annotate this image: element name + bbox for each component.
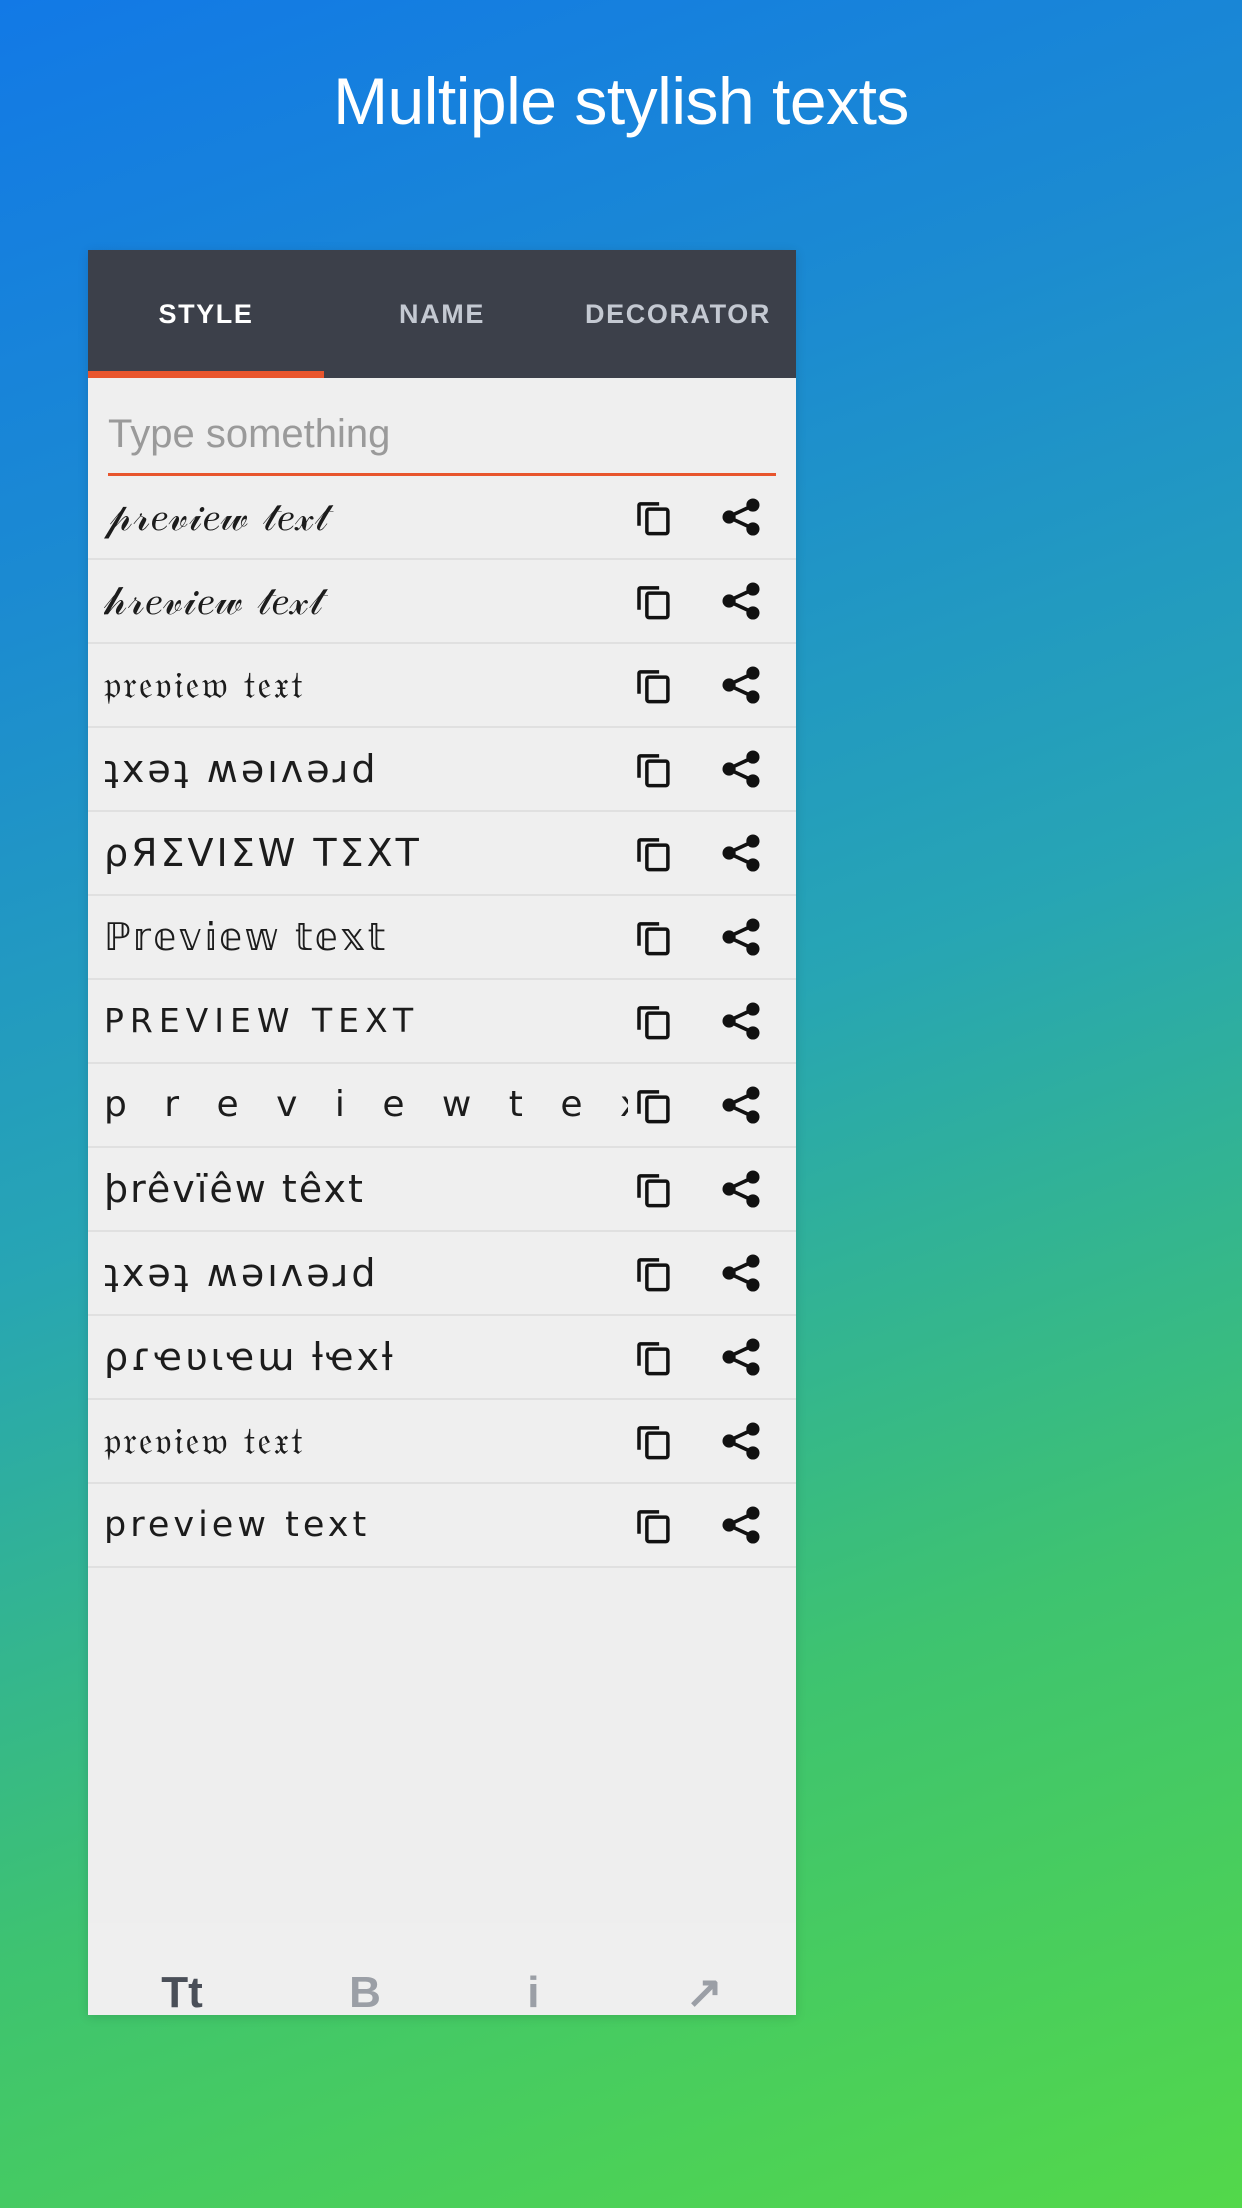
tab-decorator[interactable]: DECORATOR bbox=[560, 299, 796, 330]
font-size-icon-glyph: Tt bbox=[161, 1968, 203, 2015]
table-row[interactable]: 𝔭𝔯𝔢𝔳𝔦𝔢𝔴 𝔱𝔢𝔵𝔱 bbox=[88, 1400, 796, 1484]
share-icon[interactable] bbox=[716, 660, 766, 710]
copy-icon[interactable] bbox=[628, 1248, 678, 1298]
row-actions bbox=[628, 1416, 796, 1466]
row-actions bbox=[628, 492, 796, 542]
share-icon[interactable] bbox=[716, 576, 766, 626]
style-preview-text: preview text bbox=[104, 1505, 371, 1545]
row-actions bbox=[628, 744, 796, 794]
search-input[interactable] bbox=[108, 412, 776, 476]
row-actions bbox=[628, 1332, 796, 1382]
row-actions bbox=[628, 1164, 796, 1214]
tab-bar: STYLE NAME DECORATOR bbox=[88, 250, 796, 378]
tab-name[interactable]: NAME bbox=[324, 299, 560, 330]
page-headline: Multiple stylish texts bbox=[333, 64, 909, 138]
style-preview-text: 𝔭𝔯𝔢𝔳𝔦𝔢𝔴 𝔱𝔢𝔵𝔱 bbox=[104, 663, 305, 707]
table-row[interactable]: þrêvïêw têxt bbox=[88, 1148, 796, 1232]
share-icon[interactable] bbox=[716, 828, 766, 878]
search-field-container bbox=[88, 378, 796, 476]
share-icon[interactable] bbox=[716, 1248, 766, 1298]
copy-icon[interactable] bbox=[628, 1164, 678, 1214]
style-preview-text: 𝔭𝔯𝔢𝔳𝔦𝔢𝔴 𝔱𝔢𝔵𝔱 bbox=[104, 1419, 305, 1463]
row-actions bbox=[628, 996, 796, 1046]
row-actions bbox=[628, 1248, 796, 1298]
table-row[interactable]: 𝓅𝓇𝑒𝓋𝒾𝑒𝓌 𝓉𝑒𝓍𝓉 bbox=[88, 476, 796, 560]
style-preview-text: þrêvïêw têxt bbox=[104, 1167, 365, 1211]
style-preview-text: ʇxǝʇ ʍǝıʌǝɹd bbox=[104, 1251, 379, 1295]
table-row[interactable]: ρЯΣVIΣW ΤΣΧΤ bbox=[88, 812, 796, 896]
share-icon[interactable] bbox=[716, 912, 766, 962]
bold-icon[interactable]: B bbox=[349, 1971, 381, 2015]
row-actions bbox=[628, 660, 796, 710]
style-preview-text: 𝓅𝓇𝑒𝓋𝒾𝑒𝓌 𝓉𝑒𝓍𝓉 bbox=[104, 494, 330, 540]
share-icon[interactable] bbox=[716, 1332, 766, 1382]
style-preview-text: ℙ𝕣𝕖𝕧𝕚𝕖𝕨 𝕥𝕖𝕩𝕥 bbox=[104, 915, 388, 959]
copy-icon[interactable] bbox=[628, 1080, 678, 1130]
bold-icon-glyph: B bbox=[349, 1968, 381, 2015]
share-icon[interactable] bbox=[716, 1500, 766, 1550]
copy-icon[interactable] bbox=[628, 576, 678, 626]
copy-icon[interactable] bbox=[628, 828, 678, 878]
copy-icon[interactable] bbox=[628, 744, 678, 794]
font-size-icon[interactable]: Tt bbox=[161, 1971, 203, 2015]
tab-style[interactable]: STYLE bbox=[88, 299, 324, 330]
style-preview-text: ρЯΣVIΣW ΤΣΧΤ bbox=[104, 831, 422, 875]
style-preview-text: ʇxǝʇ ʍǝıʌǝɹd bbox=[104, 747, 379, 791]
copy-icon[interactable] bbox=[628, 1332, 678, 1382]
table-row[interactable]: 𝔭𝔯𝔢𝔳𝔦𝔢𝔴 𝔱𝔢𝔵𝔱 bbox=[88, 644, 796, 728]
bottom-nav-bar: Tt Bi ↗ bbox=[88, 1923, 796, 2015]
share-icon[interactable] bbox=[716, 492, 766, 542]
table-row[interactable]: ʇxǝʇ ʍǝıʌǝɹd bbox=[88, 728, 796, 812]
copy-icon[interactable] bbox=[628, 492, 678, 542]
style-preview-text: p r e v i e w t e x .. bbox=[104, 1084, 628, 1125]
copy-icon[interactable] bbox=[628, 1500, 678, 1550]
row-actions bbox=[628, 1080, 796, 1130]
app-screenshot-card: STYLE NAME DECORATOR 𝓅𝓇𝑒𝓋𝒾𝑒𝓌 𝓉𝑒𝓍𝓉 𝒽𝓇𝑒𝓋𝒾𝑒𝓌… bbox=[88, 250, 796, 2015]
italic-icon[interactable]: i bbox=[527, 1971, 539, 2015]
share-icon[interactable] bbox=[716, 1080, 766, 1130]
italic-icon-glyph: i bbox=[527, 1968, 540, 2015]
style-list: 𝓅𝓇𝑒𝓋𝒾𝑒𝓌 𝓉𝑒𝓍𝓉 𝒽𝓇𝑒𝓋𝒾𝑒𝓌 𝓉𝑒𝓍𝓉 𝔭𝔯𝔢𝔳𝔦𝔢𝔴 𝔱𝔢𝔵𝔱 ʇxǝʇ… bbox=[88, 476, 796, 1568]
row-actions bbox=[628, 576, 796, 626]
row-actions bbox=[628, 912, 796, 962]
share-icon[interactable] bbox=[716, 996, 766, 1046]
table-row[interactable]: 𝒽𝓇𝑒𝓋𝒾𝑒𝓌 𝓉𝑒𝓍𝓉 bbox=[88, 560, 796, 644]
style-preview-text: ρɾҽʋιҽɯ ƚҽxƚ bbox=[104, 1335, 396, 1379]
copy-icon[interactable] bbox=[628, 912, 678, 962]
table-row[interactable]: preview text bbox=[88, 1484, 796, 1568]
share-nav-icon-glyph: ↗ bbox=[685, 1968, 723, 2015]
table-row[interactable]: PREVIEW TEXT bbox=[88, 980, 796, 1064]
row-actions bbox=[628, 828, 796, 878]
style-preview-text: PREVIEW TEXT bbox=[104, 1001, 420, 1040]
share-icon[interactable] bbox=[716, 1416, 766, 1466]
copy-icon[interactable] bbox=[628, 1416, 678, 1466]
table-row[interactable]: ʇxǝʇ ʍǝıʌǝɹd bbox=[88, 1232, 796, 1316]
share-nav-icon[interactable]: ↗ bbox=[686, 1971, 723, 2015]
style-preview-text: 𝒽𝓇𝑒𝓋𝒾𝑒𝓌 𝓉𝑒𝓍𝓉 bbox=[104, 578, 324, 624]
share-icon[interactable] bbox=[716, 744, 766, 794]
copy-icon[interactable] bbox=[628, 996, 678, 1046]
row-actions bbox=[628, 1500, 796, 1550]
table-row[interactable]: ℙ𝕣𝕖𝕧𝕚𝕖𝕨 𝕥𝕖𝕩𝕥 bbox=[88, 896, 796, 980]
table-row[interactable]: p r e v i e w t e x .. bbox=[88, 1064, 796, 1148]
active-tab-indicator bbox=[88, 371, 324, 378]
share-icon[interactable] bbox=[716, 1164, 766, 1214]
table-row[interactable]: ρɾҽʋιҽɯ ƚҽxƚ bbox=[88, 1316, 796, 1400]
copy-icon[interactable] bbox=[628, 660, 678, 710]
